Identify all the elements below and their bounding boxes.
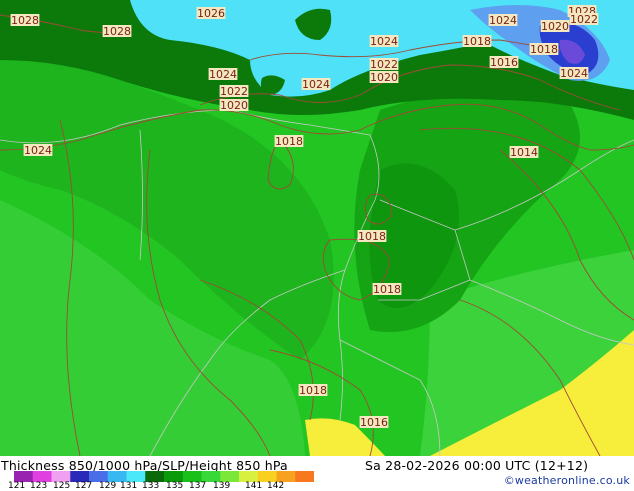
- isobar-label: 1020: [220, 99, 248, 112]
- isobar-label: 1024: [24, 144, 52, 157]
- color-scale-segment: [295, 471, 314, 482]
- weather-map: 102810281026 1028102410241020102210201022…: [0, 0, 634, 456]
- isobar-label: 1018: [275, 135, 303, 148]
- isobar-label: 1022: [220, 85, 248, 98]
- valid-time: Sa 28-02-2026 00:00 UTC (12+12): [365, 458, 589, 473]
- isobar-label: 1024: [370, 35, 398, 48]
- isobar-label: 1028: [103, 25, 131, 38]
- isobar-label: 1016: [360, 416, 388, 429]
- isobar-label: 1022: [570, 13, 598, 26]
- isobar-label: 1018: [358, 230, 386, 243]
- credit-link[interactable]: ©weatheronline.co.uk: [504, 474, 630, 487]
- isobar-label: 1014: [510, 146, 538, 159]
- isobar-label: 1020: [541, 20, 569, 33]
- isobar-label: 1018: [299, 384, 327, 397]
- isobar-label: 1024: [209, 68, 237, 81]
- isobar-label: 1028: [11, 14, 39, 27]
- isobar-label: 1020: [370, 71, 398, 84]
- isobar-label: 1024: [489, 14, 517, 27]
- isobar-label: 1024: [560, 67, 588, 80]
- isobar-label: 1018: [373, 283, 401, 296]
- isobar-label: 1026: [197, 7, 225, 20]
- isobar-label: 1022: [370, 58, 398, 71]
- isobar-label: 1018: [463, 35, 491, 48]
- isobar-label: 1018: [530, 43, 558, 56]
- isobar-label: 1024: [302, 78, 330, 91]
- isobar-label: 1016: [490, 56, 518, 69]
